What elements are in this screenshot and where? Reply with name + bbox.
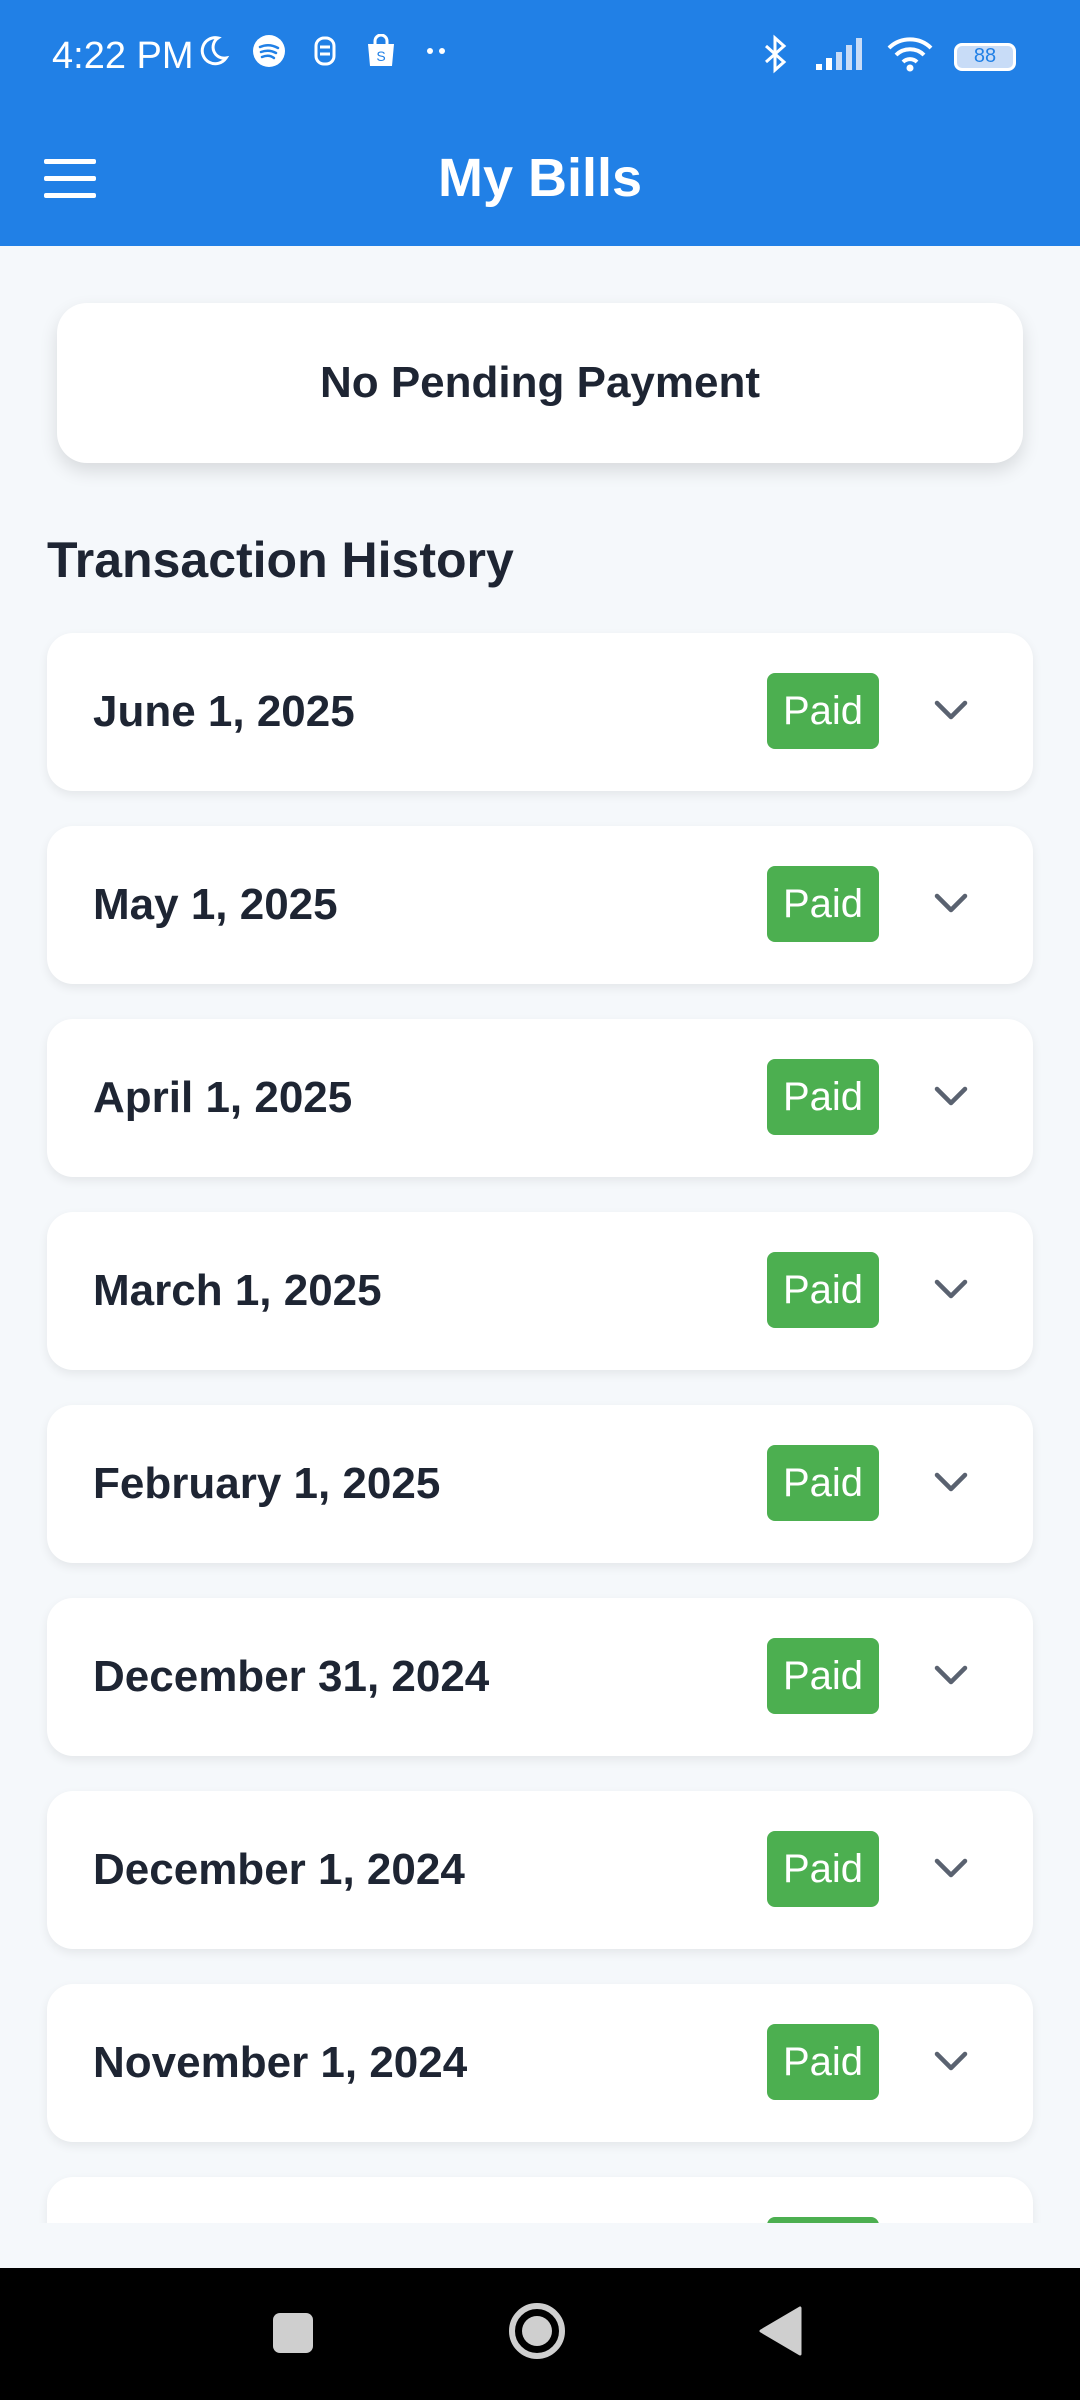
system-nav-bar	[0, 2268, 1080, 2400]
shopping-bag-icon: S	[364, 33, 398, 68]
status-badge: Paid	[767, 1638, 879, 1714]
transaction-date: November 1, 2024	[93, 2038, 468, 2087]
svg-text:S: S	[376, 48, 385, 64]
home-icon[interactable]	[508, 2302, 566, 2365]
chevron-down-icon[interactable]	[933, 693, 969, 729]
chevron-down-icon[interactable]	[933, 2044, 969, 2080]
wifi-icon	[886, 35, 934, 78]
status-badge: Paid	[767, 1445, 879, 1521]
transaction-date: February 1, 2025	[93, 1459, 441, 1508]
spotify-icon	[252, 34, 286, 68]
notification-app-icon	[308, 34, 342, 68]
app-bar: My Bills	[0, 115, 1080, 246]
transaction-item[interactable]: March 1, 2025 Paid	[47, 1212, 1033, 1370]
status-badge: Paid	[767, 1252, 879, 1328]
bluetooth-icon	[758, 34, 794, 79]
transaction-item[interactable]: June 1, 2025 Paid	[47, 633, 1033, 791]
transaction-date: April 1, 2025	[93, 1073, 353, 1122]
page-title: My Bills	[437, 148, 643, 208]
signal-icon	[814, 36, 866, 77]
status-badge: Paid	[767, 1831, 879, 1907]
transaction-date: December 31, 2024	[93, 1652, 490, 1701]
transaction-item[interactable]: May 1, 2025 Paid	[47, 826, 1033, 984]
back-icon[interactable]	[758, 2306, 802, 2361]
transaction-item[interactable]: December 1, 2024 Paid	[47, 1791, 1033, 1949]
transaction-list[interactable]: June 1, 2025 Paid May 1, 2025 Paid April 1, …	[0, 625, 1080, 2223]
status-time: 4:22 PM	[52, 35, 194, 77]
transaction-date: May 1, 2025	[93, 880, 338, 929]
status-notification-icons: S	[196, 33, 454, 68]
status-bar: 4:22 PM S 88	[0, 0, 1080, 115]
status-system-icons: 88	[758, 34, 1016, 79]
battery-level: 88	[973, 45, 997, 67]
pending-payment-text: No Pending Payment	[319, 358, 761, 407]
status-badge: Paid	[767, 673, 879, 749]
battery-icon: 88	[954, 42, 1016, 71]
transaction-item[interactable]: November 1, 2024 Paid	[47, 1984, 1033, 2142]
transaction-item[interactable]: April 1, 2025 Paid	[47, 1019, 1033, 1177]
status-badge: Paid	[767, 2024, 879, 2100]
chevron-down-icon[interactable]	[933, 1658, 969, 1694]
transaction-item[interactable]	[47, 2177, 1033, 2223]
chevron-down-icon[interactable]	[933, 1851, 969, 1887]
chevron-down-icon[interactable]	[933, 1079, 969, 1115]
moon-icon	[196, 34, 230, 68]
chevron-down-icon[interactable]	[933, 1465, 969, 1501]
status-badge: Paid	[767, 1059, 879, 1135]
transaction-item[interactable]: December 31, 2024 Paid	[47, 1598, 1033, 1756]
status-badge	[767, 2217, 879, 2223]
status-badge: Paid	[767, 866, 879, 942]
more-dots-icon	[420, 34, 454, 68]
transaction-date: March 1, 2025	[93, 1266, 382, 1315]
chevron-down-icon[interactable]	[933, 886, 969, 922]
transaction-item[interactable]: February 1, 2025 Paid	[47, 1405, 1033, 1563]
recent-apps-icon[interactable]	[272, 2312, 314, 2359]
transaction-date: June 1, 2025	[93, 687, 355, 736]
pending-payment-card: No Pending Payment	[57, 303, 1023, 463]
transaction-history-title: Transaction History	[47, 532, 514, 588]
chevron-down-icon[interactable]	[933, 1272, 969, 1308]
transaction-date: December 1, 2024	[93, 1845, 465, 1894]
